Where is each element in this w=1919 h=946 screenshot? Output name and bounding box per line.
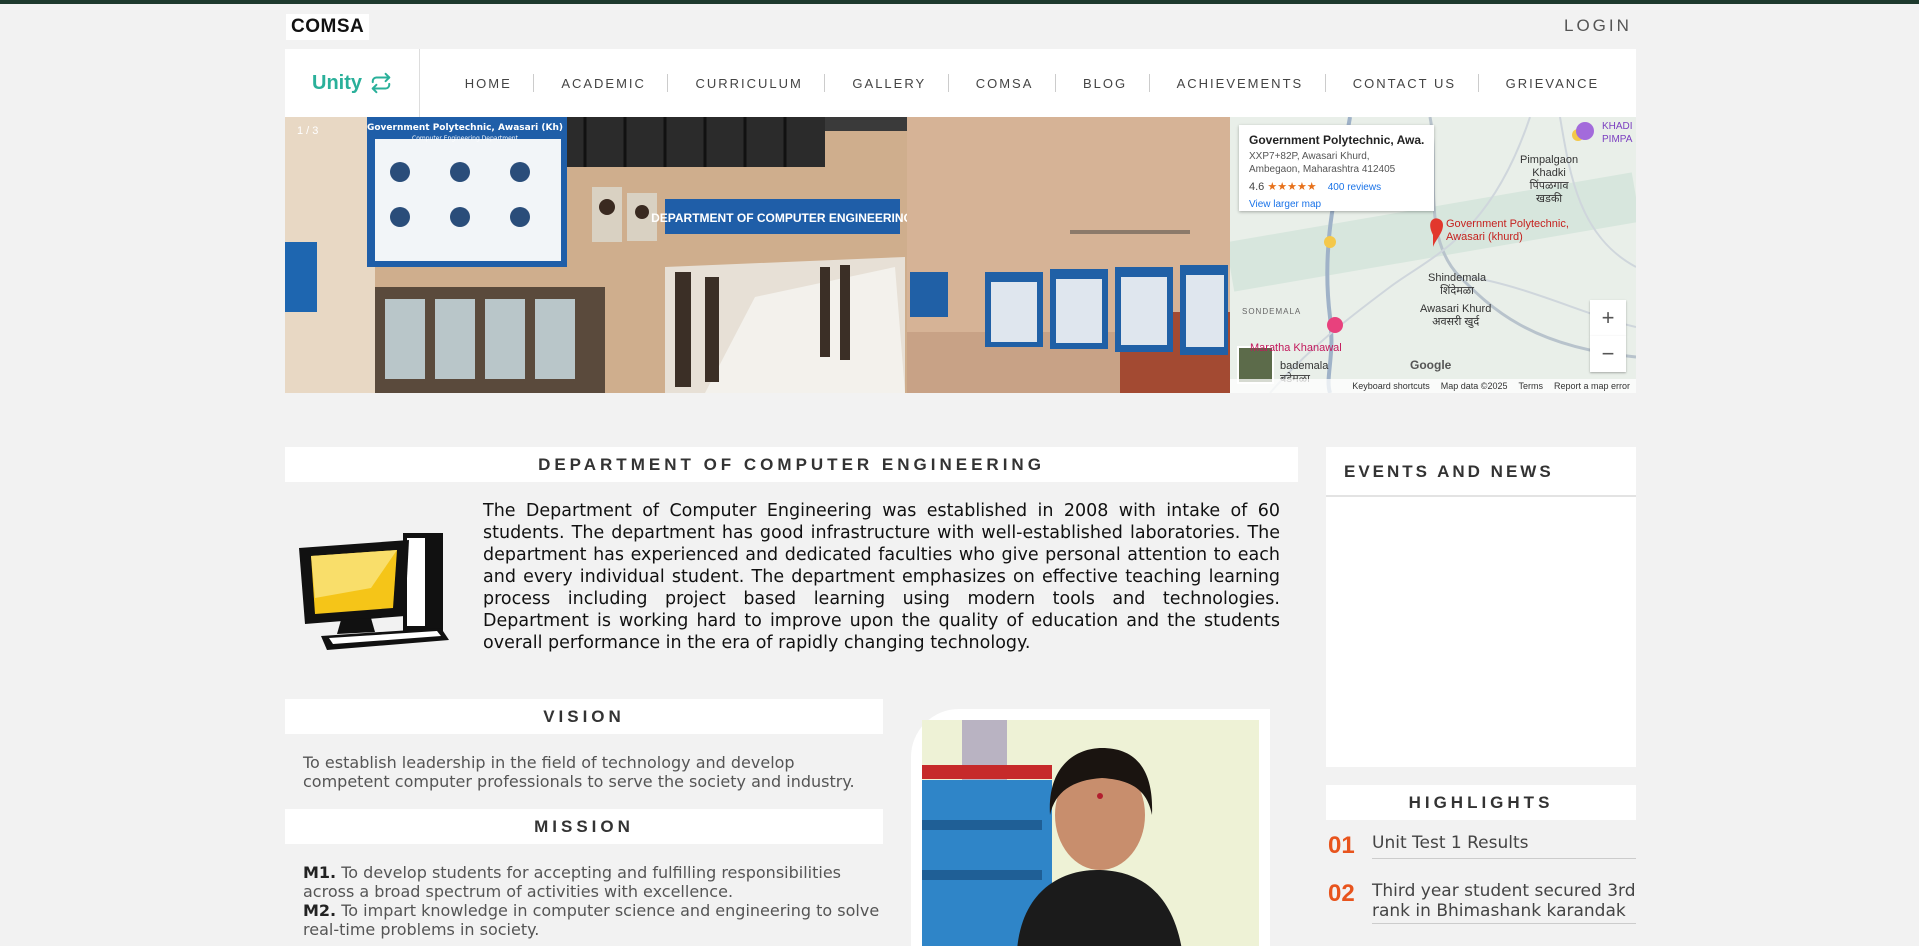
highlight-number: 01 (1328, 832, 1355, 859)
mission-item: M1. To develop students for accepting an… (303, 863, 883, 901)
highlight-number: 02 (1328, 880, 1355, 907)
nav-comsa[interactable]: COMSA (947, 73, 1048, 92)
portrait-image (922, 720, 1259, 946)
map-label-awasari: Awasari Khurd अवसरी खुर्द (1420, 303, 1492, 328)
hod-photo (922, 720, 1259, 946)
map-address-1: XXP7+82P, Awasari Khurd, (1249, 151, 1370, 162)
mission-text: To develop students for accepting and fu… (303, 863, 841, 901)
mission-item: M2. To impart knowledge in computer scie… (303, 901, 883, 939)
highlight-link[interactable]: Third year student secured 3rd rank in B… (1372, 881, 1636, 924)
nav-grievance[interactable]: GRIEVANCE (1477, 73, 1614, 92)
terms-link[interactable]: Terms (1518, 381, 1543, 391)
zoom-out-button[interactable]: − (1590, 336, 1626, 372)
events-panel: EVENTS AND NEWS (1326, 447, 1636, 767)
mission-text: To impart knowledge in computer science … (303, 901, 880, 939)
map-reviews-link[interactable]: 400 reviews (1328, 182, 1381, 193)
map-data-label: Map data ©2025 (1440, 381, 1508, 391)
map-rating: 4.6 (1249, 181, 1265, 193)
mission-label: M2. (303, 901, 337, 920)
report-map-error-link[interactable]: Report a map error (1554, 381, 1630, 391)
nav-curriculum[interactable]: CURRICULUM (667, 73, 816, 92)
vision-text: To establish leadership in the field of … (303, 753, 855, 791)
nav-blog[interactable]: BLOG (1054, 73, 1141, 92)
zoom-in-button[interactable]: + (1590, 300, 1626, 336)
computer-icon (299, 533, 449, 650)
map-label-shindemala: Shindemala शिंदेमळा (1428, 272, 1487, 297)
map-label-pimpalgaon: Pimpalgaon Khadki पिंपळगाव खडकी (1520, 154, 1579, 205)
google-logo: Google (1410, 358, 1452, 372)
department-description: The Department of Computer Engineering w… (483, 501, 1280, 653)
map-rating-row: 4.6 ★★★★★ 400 reviews (1249, 180, 1424, 193)
map-label-khadi: KHADI PIMPA (1602, 121, 1633, 145)
top-accent-bar (0, 0, 1919, 4)
department-corridor-photo: Government Polytechnic, Awasari (Kh) Com… (285, 117, 1230, 393)
nav-contact-us[interactable]: CONTACT US (1324, 73, 1470, 92)
view-larger-map-link[interactable]: View larger map (1249, 199, 1424, 210)
board-title: Government Polytechnic, Awasari (Kh) (367, 123, 563, 133)
nav-menu: HOME ACADEMIC CURRICULUM GALLERY COMSA B… (420, 73, 1636, 92)
highlight-item[interactable]: 02 Third year student secured 3rd rank i… (1328, 881, 1636, 924)
map-label-maratha: Maratha Khanawal (1250, 342, 1342, 354)
events-title: EVENTS AND NEWS (1326, 447, 1636, 497)
main-navbar: Unity HOME ACADEMIC CURRICULUM GALLERY C… (285, 49, 1636, 117)
login-link[interactable]: LOGIN (1564, 16, 1632, 36)
vision-title: VISION (285, 699, 883, 734)
map-label-sondemala: SONDEMALA (1242, 307, 1302, 316)
mission-title: MISSION (285, 809, 883, 844)
image-slider[interactable]: Government Polytechnic, Awasari (Kh) Com… (285, 117, 1230, 393)
nav-academic[interactable]: ACADEMIC (533, 73, 660, 92)
keyboard-shortcuts-link[interactable]: Keyboard shortcuts (1352, 381, 1430, 391)
slide-counter: 1 / 3 (297, 125, 319, 137)
nav-achievements[interactable]: ACHIEVEMENTS (1148, 73, 1318, 92)
mission-label: M1. (303, 863, 337, 882)
nav-home[interactable]: HOME (451, 76, 526, 91)
map-place-card: Government Polytechnic, Awa... XXP7+82P,… (1239, 125, 1434, 211)
highlights-title: HIGHLIGHTS (1326, 785, 1636, 820)
brand-label: Unity (312, 71, 362, 94)
map-place-title: Government Polytechnic, Awa... (1249, 133, 1424, 147)
comsa-logo[interactable]: COMSA (286, 14, 370, 40)
map-label-marker: Government Polytechnic, Awasari (khurd) (1446, 218, 1569, 243)
highlight-item[interactable]: 01 Unit Test 1 Results (1328, 833, 1636, 859)
sync-icon (371, 72, 391, 94)
board-subtitle: Computer Engineering Department (412, 135, 519, 142)
star-rating-icon: ★★★★★ (1267, 181, 1317, 193)
department-title: DEPARTMENT OF COMPUTER ENGINEERING (285, 447, 1298, 482)
nav-gallery[interactable]: GALLERY (824, 73, 940, 92)
highlight-link[interactable]: Unit Test 1 Results (1372, 833, 1636, 859)
map-footer: Keyboard shortcuts Map data ©2025 Terms … (1230, 379, 1636, 393)
department-sign: DEPARTMENT OF COMPUTER ENGINEERING (651, 211, 913, 225)
brand-unity[interactable]: Unity (285, 49, 420, 117)
location-map[interactable]: Pimpalgaon Khadki पिंपळगाव खडकी Governme… (1230, 117, 1636, 393)
map-address-2: Ambegaon, Maharashtra 412405 (1249, 164, 1396, 175)
mission-list: M1. To develop students for accepting an… (303, 863, 883, 939)
